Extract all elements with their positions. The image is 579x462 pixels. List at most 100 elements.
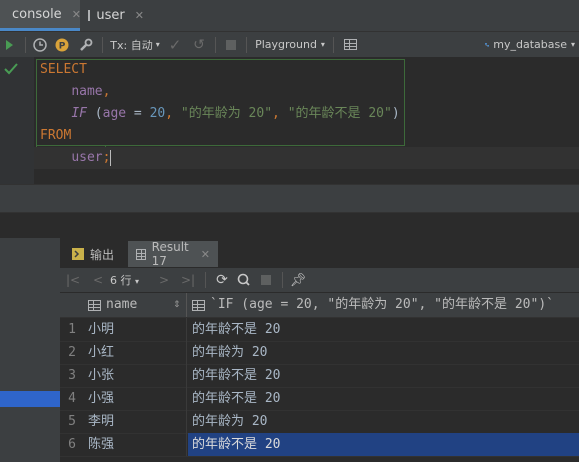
separator <box>215 36 216 53</box>
panel-divider <box>0 212 579 239</box>
separator <box>333 36 334 53</box>
tab-label: console <box>12 6 62 22</box>
services-tree-panel <box>0 238 60 462</box>
cell-name[interactable]: 小强 <box>88 387 114 410</box>
stop-button[interactable] <box>255 275 277 285</box>
wrench-icon <box>80 38 93 51</box>
sort-icon[interactable]: ⇕ <box>173 293 181 317</box>
last-page-icon[interactable]: >| <box>176 273 200 287</box>
table-row[interactable]: 4 小强 的年龄不是 20 <box>60 387 579 411</box>
punctuation: ( <box>86 106 103 121</box>
history-icon <box>33 37 47 52</box>
database-label: my_database <box>493 38 567 51</box>
tab-label: user <box>96 8 125 23</box>
playground-label: Playground <box>255 38 317 51</box>
undo-icon: ↺ <box>193 36 205 53</box>
grid-icon <box>343 39 357 50</box>
close-icon[interactable]: ✕ <box>72 8 81 21</box>
separator <box>102 36 103 53</box>
separator <box>25 36 26 53</box>
svg-text:P: P <box>59 41 66 51</box>
chevron-down-icon: ▾ <box>155 40 160 49</box>
table-row[interactable]: 1 小明 的年龄不是 20 <box>60 318 579 342</box>
chevron-down-icon: ▾ <box>320 40 325 49</box>
code-line-5: user; <box>40 147 112 169</box>
table-row[interactable]: 6 陈强 的年龄不是 20 <box>60 433 579 457</box>
table-row[interactable]: 5 李明 的年龄为 20 <box>60 410 579 434</box>
close-icon[interactable]: ✕ <box>201 248 210 261</box>
history-button[interactable] <box>31 32 49 57</box>
column-header-if-expression[interactable]: `IF (age = 20, "的年龄为 20", "的年龄不是 20")` <box>192 293 554 317</box>
next-page-icon[interactable]: > <box>152 273 176 287</box>
play-button[interactable]: P <box>49 32 75 57</box>
prev-page-icon[interactable]: < <box>86 273 110 287</box>
cell-name[interactable]: 陈强 <box>88 433 114 456</box>
string-literal: "的年龄为 20" <box>180 106 273 121</box>
tab-user[interactable]: user ✕ <box>82 0 152 31</box>
separator <box>246 36 247 53</box>
play-icon: P <box>55 38 69 51</box>
play-icon[interactable] <box>6 39 14 51</box>
editor-status-strip <box>0 184 579 213</box>
row-number: 3 <box>68 368 76 383</box>
toolbar: P Tx: 自动 ▾ ✓ ↺ Playground ▾ my_database … <box>0 32 579 57</box>
table-icon <box>88 10 91 21</box>
services-tree-selected-item[interactable] <box>0 391 60 407</box>
cell-result[interactable]: 的年龄不是 20 <box>192 433 280 456</box>
keyword: SELECT <box>40 62 87 77</box>
row-count-dropdown[interactable]: 6 行 ▾ <box>110 272 152 288</box>
tx-mode-label: Tx: 自动 <box>110 38 153 52</box>
database-selector[interactable]: my_database ▾ <box>485 32 575 57</box>
cell-name[interactable]: 小张 <box>88 364 114 387</box>
cell-result[interactable]: 的年龄不是 20 <box>192 318 280 341</box>
stop-icon <box>226 39 236 50</box>
rollback-button[interactable]: ↺ <box>188 32 210 57</box>
stop-button[interactable] <box>221 32 241 57</box>
current-line-highlight <box>34 147 579 169</box>
number-literal: 20 <box>149 106 166 121</box>
tab-label: 输出 <box>90 247 115 262</box>
string-literal: "的年龄不是 20" <box>287 106 392 121</box>
row-number: 1 <box>68 322 76 337</box>
cell-name[interactable]: 小明 <box>88 318 114 341</box>
stop-icon <box>261 275 271 285</box>
first-page-icon[interactable]: |< <box>60 273 86 287</box>
table-row[interactable]: 3 小张 的年龄不是 20 <box>60 364 579 388</box>
column-header-name[interactable]: name <box>88 293 137 317</box>
column-icon <box>192 299 205 311</box>
tab-result[interactable]: Result 17 ✕ <box>128 240 218 268</box>
results-navigation-bar: |< < 6 行 ▾ > >| ⟳ 📌︎ <box>60 268 579 292</box>
commit-button[interactable]: ✓ <box>162 32 188 57</box>
column-identifier: name <box>71 84 103 99</box>
settings-button[interactable] <box>75 32 97 57</box>
chevron-down-icon: ▾ <box>570 40 575 49</box>
success-check-icon <box>4 63 18 75</box>
table-row[interactable]: 2 小红 的年龄为 20 <box>60 341 579 365</box>
cell-name[interactable]: 小红 <box>88 341 114 364</box>
cell-name[interactable]: 李明 <box>88 410 114 433</box>
row-number: 2 <box>68 345 76 360</box>
search-icon[interactable] <box>233 273 255 287</box>
column-icon <box>88 299 101 311</box>
cell-result[interactable]: 的年龄为 20 <box>192 410 267 433</box>
toolbar-left-edge <box>0 32 20 57</box>
tx-mode-dropdown[interactable]: Tx: 自动 ▾ <box>108 32 162 57</box>
cell-result[interactable]: 的年龄不是 20 <box>192 387 280 410</box>
playground-dropdown[interactable]: Playground ▾ <box>252 32 328 57</box>
column-header-label: name <box>106 297 138 312</box>
cell-result[interactable]: 的年龄为 20 <box>192 341 267 364</box>
layout-button[interactable] <box>339 32 361 57</box>
tab-console[interactable]: console ✕ <box>0 0 81 31</box>
column-divider <box>186 318 187 456</box>
chevron-down-icon: ▾ <box>135 277 140 286</box>
refresh-icon[interactable]: ⟳ <box>211 272 233 288</box>
close-icon[interactable]: ✕ <box>135 9 144 22</box>
table-identifier: user <box>71 150 103 165</box>
tab-output[interactable]: 输出 <box>64 241 126 267</box>
results-grid-header: name ⇕ `IF (age = 20, "的年龄为 20", "的年龄不是 … <box>60 293 579 318</box>
cell-result[interactable]: 的年龄不是 20 <box>192 364 280 387</box>
keyword: FROM <box>40 128 72 143</box>
table-icon <box>136 248 146 260</box>
pin-icon[interactable]: 📌︎ <box>288 273 308 288</box>
code-line-3: IF (age = 20, "的年龄为 20", "的年龄不是 20") <box>40 103 399 125</box>
